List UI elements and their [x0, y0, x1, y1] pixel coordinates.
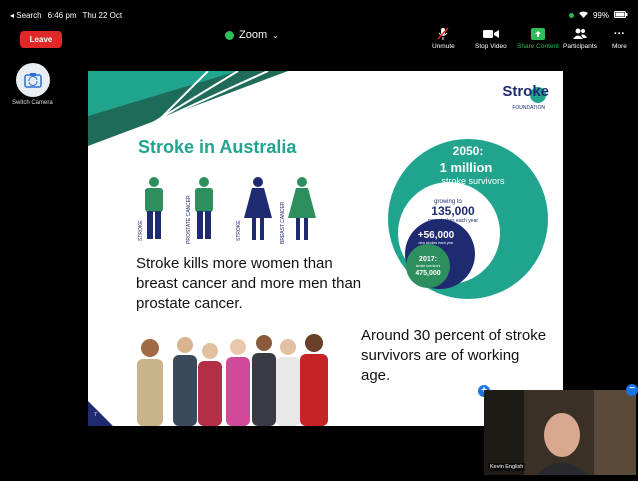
strokes-135-label: 135,000 — [431, 204, 475, 218]
year-2050-label: 2050: — [453, 144, 484, 158]
camera-switch-icon — [24, 73, 42, 88]
unmute-button[interactable]: Unmute — [432, 27, 455, 50]
wifi-icon — [578, 11, 588, 20]
share-content-button[interactable]: Share Content — [517, 27, 559, 50]
survivors-2017-sub: stroke survivors — [416, 264, 441, 268]
meeting-name: Zoom — [239, 29, 268, 41]
meeting-title[interactable]: Zoom ⌄ — [225, 29, 279, 41]
share-content-icon — [517, 27, 559, 41]
slide-number: 7 — [94, 412, 97, 418]
status-time: 6:46 pm — [47, 11, 77, 20]
leave-button[interactable]: Leave — [20, 31, 62, 48]
minimize-self-view-button[interactable]: − — [626, 384, 638, 396]
participants-icon — [563, 27, 597, 41]
battery-percent: 99% — [592, 11, 609, 20]
stroke-kills-text: Stroke kills more women than breast canc… — [136, 255, 362, 312]
one-million-label: 1 million — [440, 160, 493, 175]
switch-camera-button[interactable] — [16, 63, 50, 97]
stop-video-label: Stop Video — [475, 43, 507, 50]
share-content-label: Share Content — [517, 43, 559, 50]
more-label: More — [612, 43, 627, 50]
more-icon: ··· — [613, 28, 625, 40]
survivors-label: stroke survivors — [441, 176, 505, 186]
switch-camera-label: Switch Camera — [12, 100, 53, 106]
shared-slide: Stroke FOUNDATION Stroke in Australia ST… — [88, 71, 563, 426]
video-camera-icon — [475, 27, 507, 41]
microphone-muted-icon — [432, 27, 455, 41]
recording-dot-icon — [568, 13, 574, 18]
stop-video-button[interactable]: Stop Video — [475, 27, 507, 50]
participant-name: Kevin English — [488, 463, 526, 471]
back-to-search-link[interactable]: ◂ Search — [10, 11, 42, 20]
year-2017-label: 2017: — [419, 256, 437, 263]
status-bar: ◂ Search 6:46 pm Thu 22 Oct 99% — [0, 0, 638, 22]
working-age-text: Around 30 percent of stroke survivors ar… — [361, 327, 547, 384]
encryption-shield-icon — [225, 30, 234, 40]
self-view-video[interactable]: Kevin English — [484, 390, 636, 475]
count-475-label: 475,000 — [415, 270, 440, 277]
more-button[interactable]: ··· More — [612, 27, 627, 50]
battery-icon — [614, 11, 628, 20]
group-photo-image — [137, 334, 328, 426]
participants-button[interactable]: Participants — [563, 27, 597, 50]
participants-label: Participants — [563, 43, 597, 50]
chevron-down-icon: ⌄ — [272, 30, 279, 40]
plus-56-sub: new strokes each year — [418, 241, 454, 245]
new-strokes-label: new strokes each year — [428, 218, 478, 224]
status-date: Thu 22 Oct — [82, 11, 123, 20]
plus-56-label: +56,000 — [418, 230, 455, 241]
unmute-label: Unmute — [432, 43, 455, 50]
